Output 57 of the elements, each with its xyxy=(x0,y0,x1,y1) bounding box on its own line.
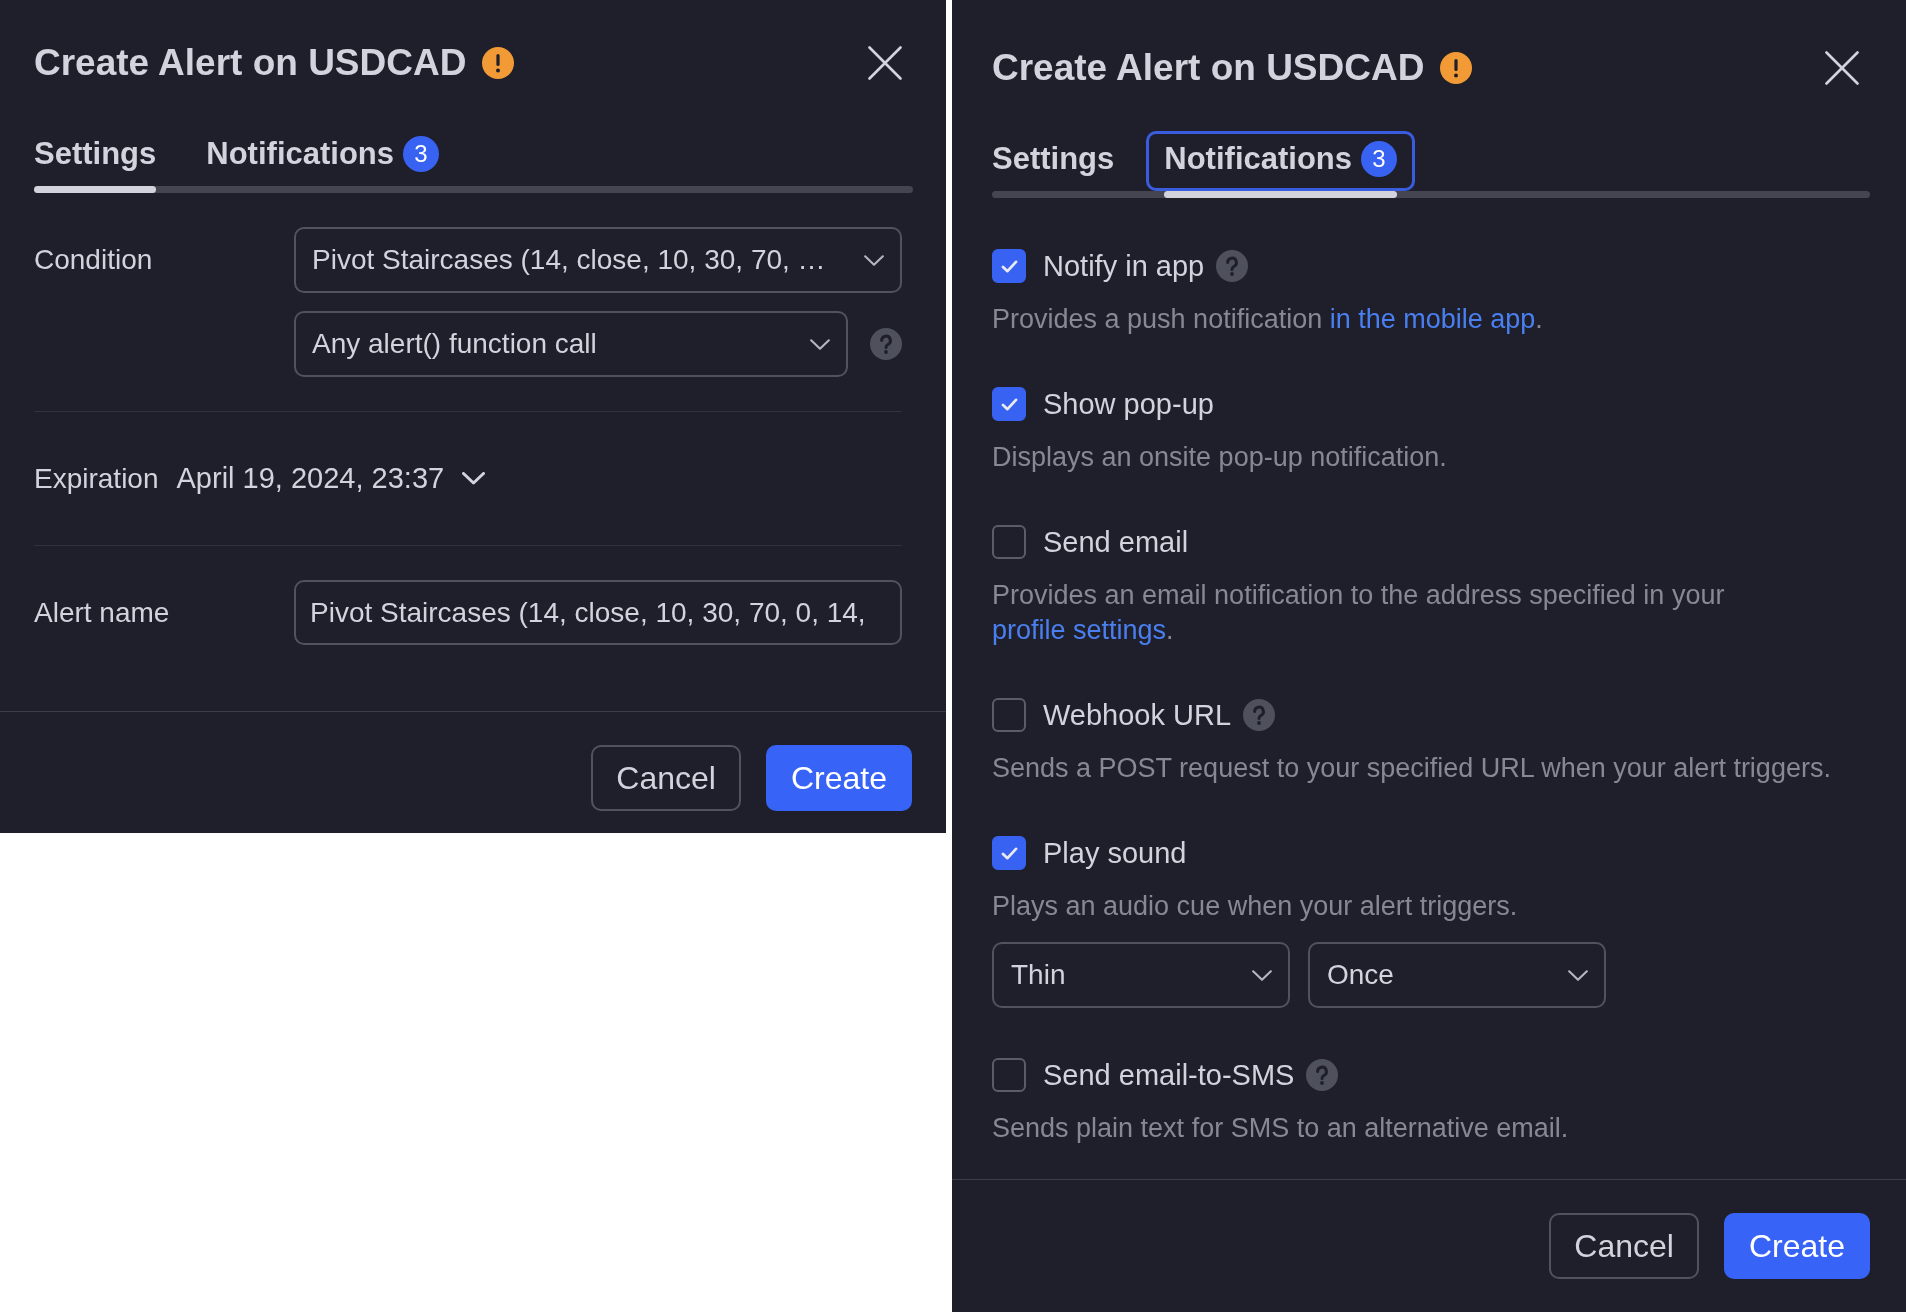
option-label[interactable]: Show pop-up xyxy=(1043,386,1214,422)
chevron-down-icon xyxy=(462,472,486,485)
dropdown[interactable]: Once xyxy=(1308,942,1606,1008)
tab[interactable]: Settings xyxy=(16,126,175,186)
option-description: Sends a POST request to your specified URL when your alert triggers. xyxy=(992,752,1832,785)
dropdown[interactable]: Pivot Staircases (14, close, 10, 30, 70, … xyxy=(294,227,902,293)
option-description: Sends plain text for SMS to an alternative email. xyxy=(992,1112,1570,1145)
help-icon[interactable] xyxy=(1306,1059,1339,1091)
primary-button[interactable]: Create xyxy=(1723,1213,1870,1279)
checkbox[interactable] xyxy=(992,698,1026,732)
primary-button[interactable]: Create xyxy=(765,745,912,811)
chevron-down-icon xyxy=(1568,969,1588,981)
secondary-button[interactable]: Cancel xyxy=(591,745,741,811)
secondary-button[interactable]: Cancel xyxy=(1549,1213,1699,1279)
checkbox[interactable] xyxy=(992,1058,1026,1092)
check-icon xyxy=(1000,259,1018,273)
text-link[interactable]: profile settings xyxy=(992,615,1167,645)
close-icon[interactable] xyxy=(1825,51,1859,85)
count-badge: 3 xyxy=(403,136,440,172)
field-label: Condition xyxy=(34,243,153,277)
option-label[interactable]: Webhook URL xyxy=(1043,697,1232,733)
tab[interactable]: Settings xyxy=(974,131,1133,191)
option-label[interactable]: Send email xyxy=(1043,524,1189,560)
option-description: Plays an audio cue when your alert triggers. xyxy=(992,890,1519,923)
chevron-down-icon xyxy=(864,254,884,266)
close-icon[interactable] xyxy=(868,46,902,80)
dialog-title: Create Alert on USDCAD xyxy=(34,41,467,85)
option-label[interactable]: Send email-to-SMS xyxy=(1043,1057,1295,1093)
checkbox[interactable] xyxy=(992,525,1026,559)
tab[interactable]: Notifications 3 xyxy=(188,126,458,186)
dropdown[interactable]: Thin xyxy=(992,942,1290,1008)
date-dropdown[interactable]: April 19, 2024, 23:37 xyxy=(176,462,486,495)
option-description: Displays an onsite pop-up notification. xyxy=(992,441,1448,474)
option-label[interactable]: Play sound xyxy=(1043,835,1187,871)
count-badge: 3 xyxy=(1361,141,1398,177)
warning-icon xyxy=(1440,52,1473,84)
help-icon[interactable] xyxy=(870,328,902,360)
text-link[interactable]: in the mobile app xyxy=(1329,304,1536,334)
dropdown[interactable]: Any alert() function call xyxy=(294,311,848,377)
help-icon[interactable] xyxy=(1243,699,1276,731)
field-label: Alert name xyxy=(34,596,170,630)
text-field[interactable]: Pivot Staircases (14, close, 10, 30, 70, 0, 14, xyxy=(294,580,902,645)
help-icon[interactable] xyxy=(1216,250,1249,282)
chevron-down-icon xyxy=(1252,969,1272,981)
option-label[interactable]: Notify in app xyxy=(1043,248,1205,284)
tab[interactable]: Notifications 3 xyxy=(1146,131,1416,191)
checkbox[interactable] xyxy=(992,836,1026,870)
dialog-title: Create Alert on USDCAD xyxy=(992,46,1425,90)
field-label: Expiration xyxy=(34,462,159,495)
warning-icon xyxy=(482,47,515,79)
checkbox[interactable] xyxy=(992,249,1026,283)
check-icon xyxy=(1000,397,1018,411)
option-description: Provides a push notification in the mobile app. xyxy=(992,303,1544,336)
chevron-down-icon xyxy=(810,338,830,350)
option-description: Provides an email notification to the address specified in your profile settings. xyxy=(992,579,1726,647)
check-icon xyxy=(1000,846,1018,860)
checkbox[interactable] xyxy=(992,387,1026,421)
